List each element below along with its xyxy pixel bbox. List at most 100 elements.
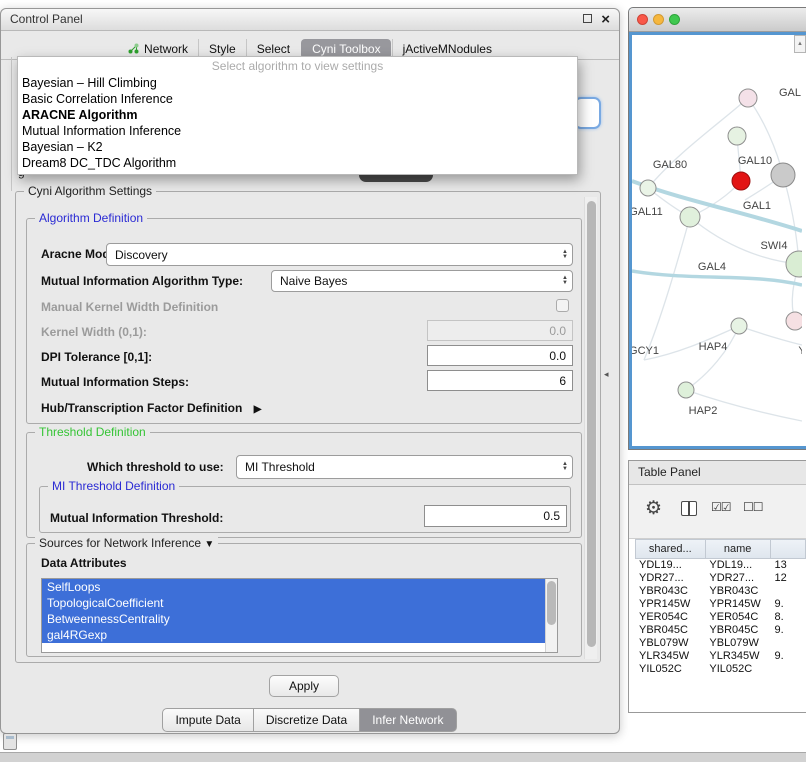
bottom-tab-impute-data[interactable]: Impute Data (162, 708, 253, 732)
network-node[interactable] (786, 251, 802, 277)
network-node[interactable] (678, 382, 694, 398)
table-cell: YIL052C (705, 663, 770, 676)
table-row[interactable]: YDR27...YDR27...12 (635, 572, 806, 585)
columns-icon[interactable] (681, 501, 697, 516)
algorithm-option[interactable]: Dream8 DC_TDC Algorithm (18, 155, 577, 171)
combo-arrows-icon: ▲▼ (556, 276, 568, 286)
table-row[interactable]: YDL19...YDL19...13 (635, 559, 806, 572)
deselect-all-checkboxes-icon[interactable]: ☐☐ (743, 500, 763, 514)
algorithm-option[interactable]: Bayesian – Hill Climbing (18, 75, 577, 91)
column-header-name[interactable]: name (706, 539, 771, 559)
control-panel-titlebar[interactable]: Control Panel × (1, 9, 619, 31)
hub-section-label: Hub/Transcription Factor Definition (41, 401, 242, 415)
bottom-tab-discretize-data[interactable]: Discretize Data (253, 708, 360, 732)
table-cell (771, 637, 806, 650)
table-row[interactable]: YBL079WYBL079W (635, 637, 806, 650)
scrollbar-thumb[interactable] (547, 581, 556, 625)
mi-threshold-group-title: MI Threshold Definition (48, 479, 179, 493)
table-cell: YBR045C (705, 624, 770, 637)
listbox-scrollbar[interactable] (545, 579, 557, 652)
table-panel-titlebar[interactable]: Table Panel (629, 461, 806, 485)
node-label: GAL1 (743, 200, 771, 212)
canvas-scroll-button[interactable]: ▲ (794, 35, 806, 53)
table-row[interactable]: YLR345WYLR345W9. (635, 650, 806, 663)
table-cell: YBL079W (705, 637, 770, 650)
network-node[interactable] (731, 318, 747, 334)
network-icon (128, 43, 139, 54)
table-cell: 8. (771, 611, 806, 624)
algorithm-option[interactable]: Mutual Information Inference (18, 123, 577, 139)
threshold-definition-group: Threshold Definition Which threshold to … (26, 432, 582, 538)
panel-resize-grip[interactable]: ◂ (604, 369, 609, 380)
network-edge[interactable] (644, 217, 690, 360)
network-node[interactable] (680, 207, 700, 227)
table-row[interactable]: YPR145WYPR145W9. (635, 598, 806, 611)
network-window-titlebar[interactable] (629, 8, 806, 32)
gear-icon[interactable]: ⚙ (645, 497, 662, 520)
table-cell: YLR345W (635, 650, 705, 663)
algorithm-options: Bayesian – Hill ClimbingBasic Correlatio… (18, 75, 577, 171)
network-node[interactable] (786, 312, 802, 330)
algorithm-option[interactable]: ARACNE Algorithm (18, 107, 577, 123)
algorithm-option[interactable]: Basic Correlation Inference (18, 91, 577, 107)
table-panel-window: Table Panel ⚙ ☑☑ ☐☐ shared...nameYDL19..… (628, 460, 806, 713)
column-header-col2[interactable] (771, 539, 806, 559)
mi-steps-input[interactable]: 6 (427, 370, 573, 391)
mi-type-value: Naive Bayes (280, 274, 347, 288)
mi-threshold-input[interactable]: 0.5 (424, 505, 567, 527)
attributes-listbox[interactable]: SelfLoopsTopologicalCoefficientBetweenne… (41, 578, 558, 653)
node-label: GAL80 (653, 159, 687, 171)
table-row[interactable]: YIL052CYIL052C (635, 663, 806, 676)
table-row[interactable]: YBR043CYBR043C (635, 585, 806, 598)
close-icon[interactable]: × (601, 10, 610, 30)
table-cell: 9. (771, 624, 806, 637)
sources-title: Sources for Network Inference (39, 536, 201, 550)
cyni-algorithm-settings-group: Cyni Algorithm Settings Algorithm Defini… (15, 191, 601, 663)
float-window-icon[interactable] (583, 14, 592, 23)
mi-type-label: Mutual Information Algorithm Type: (41, 274, 243, 288)
algorithm-option[interactable]: Bayesian – K2 (18, 139, 577, 155)
table-cell: YDL19... (705, 559, 770, 572)
network-node[interactable] (728, 127, 746, 145)
minimize-traffic-light[interactable] (653, 14, 664, 25)
table-row[interactable]: YER054CYER054C8. (635, 611, 806, 624)
network-edge[interactable] (632, 271, 802, 285)
apply-button[interactable]: Apply (269, 675, 339, 697)
hub-section-toggle[interactable]: Hub/Transcription Factor Definition ▶ (41, 401, 261, 415)
tab-label: Cyni Toolbox (312, 42, 380, 56)
node-label: GCY1 (632, 345, 659, 357)
restore-panel-icon[interactable] (3, 733, 17, 750)
table-cell: YIL052C (635, 663, 705, 676)
manual-kernel-checkbox[interactable] (556, 299, 569, 312)
column-header-shared[interactable]: shared... (635, 539, 706, 559)
scrollbar-thumb[interactable] (587, 201, 596, 647)
attribute-item[interactable]: SelfLoops (42, 579, 557, 595)
bottom-tab-bar: Impute DataDiscretize DataInfer Network (1, 708, 619, 732)
network-node[interactable] (640, 180, 656, 196)
network-canvas[interactable]: GAL80GAL10GAL11GAL1SWI4GAL4GCY1HAP4HAP2G… (632, 35, 806, 446)
table-cell: YPR145W (635, 598, 705, 611)
network-graph[interactable]: GAL80GAL10GAL11GAL1SWI4GAL4GCY1HAP4HAP2G… (632, 35, 802, 446)
dpi-tolerance-input[interactable]: 0.0 (427, 345, 573, 366)
select-all-checkboxes-icon[interactable]: ☑☑ (711, 500, 731, 514)
settings-scrollbar[interactable] (584, 197, 597, 659)
bottom-tab-infer-network[interactable]: Infer Network (359, 708, 456, 732)
network-node[interactable] (732, 172, 750, 190)
status-bar (0, 752, 806, 762)
sources-toggle[interactable]: Sources for Network Inference ▼ (35, 536, 218, 550)
close-traffic-light[interactable] (637, 14, 648, 25)
network-node[interactable] (739, 89, 757, 107)
attribute-item[interactable]: BetweennessCentrality (42, 611, 557, 627)
zoom-traffic-light[interactable] (669, 14, 680, 25)
aracne-mode-select[interactable]: Discovery ▲▼ (106, 243, 573, 266)
network-edge[interactable] (686, 326, 739, 390)
table-row[interactable]: YBR045CYBR045C9. (635, 624, 806, 637)
mi-type-select[interactable]: Naive Bayes ▲▼ (271, 270, 573, 292)
focused-help-button[interactable] (574, 97, 601, 129)
algorithm-definition-group: Algorithm Definition Aracne Mode: Discov… (26, 218, 582, 424)
attribute-item[interactable]: gal4RGexp (42, 627, 557, 643)
attribute-item[interactable]: TopologicalCoefficient (42, 595, 557, 611)
which-threshold-select[interactable]: MI Threshold ▲▼ (236, 455, 573, 479)
table-cell: YPR145W (705, 598, 770, 611)
network-node[interactable] (771, 163, 795, 187)
